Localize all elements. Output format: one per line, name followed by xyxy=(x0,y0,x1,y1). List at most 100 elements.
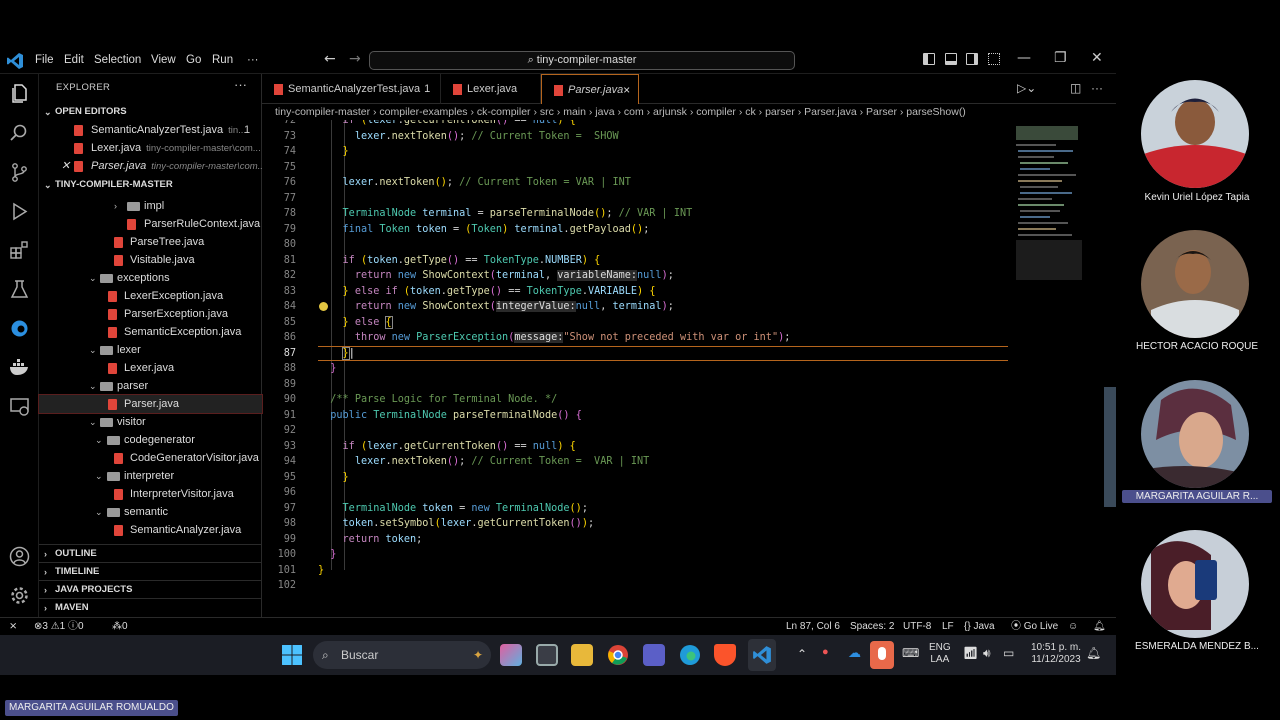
tree-folder[interactable]: ⌄ codegenerator xyxy=(39,431,262,449)
extensions-icon[interactable] xyxy=(9,240,30,261)
notifications-bell-icon[interactable]: 🔔︎ xyxy=(1093,618,1106,635)
search-view-icon[interactable] xyxy=(9,122,30,143)
open-editors-header[interactable]: ⌄ OPEN EDITORS xyxy=(39,103,262,121)
close-tab-icon[interactable]: × xyxy=(623,75,630,105)
brave-icon[interactable] xyxy=(714,644,736,666)
taskbar-search[interactable]: ⌕ Buscar ✦ xyxy=(313,641,491,669)
run-java-icon[interactable]: ▷⌄ xyxy=(1017,81,1036,95)
indentation[interactable]: Spaces: 2 xyxy=(850,618,894,635)
tree-file-selected[interactable]: Parser.java xyxy=(38,394,263,414)
task-view-icon[interactable] xyxy=(536,644,558,666)
chevron-up-icon[interactable]: ⌃ xyxy=(797,647,807,661)
tree-folder[interactable]: ⌄ interpreter xyxy=(39,467,262,485)
tree-file[interactable]: LexerException.java xyxy=(39,287,262,305)
keyboard-icon[interactable]: ⌨ xyxy=(902,646,919,660)
timeline-section[interactable]: › TIMELINE xyxy=(39,562,262,580)
menu-file[interactable]: File xyxy=(35,47,54,74)
tree-file[interactable]: ParserException.java xyxy=(39,305,262,323)
menu-view[interactable]: View xyxy=(151,47,176,74)
tree-file[interactable]: ParserRuleContext.java xyxy=(39,215,262,233)
minimize-icon[interactable]: — xyxy=(1017,50,1031,66)
forward-arrow-icon[interactable]: → xyxy=(349,51,361,67)
notification-center-icon[interactable]: 🔔︎ xyxy=(1086,646,1101,660)
tree-file[interactable]: SemanticAnalyzer.java xyxy=(39,521,262,539)
cursor-position[interactable]: Ln 87, Col 6 xyxy=(786,618,840,635)
split-editor-icon[interactable]: ◫ xyxy=(1070,81,1081,95)
no-camera-icon[interactable]: ● xyxy=(822,646,829,658)
close-window-icon[interactable]: ✕ xyxy=(1091,50,1103,66)
vscode-taskbar-button[interactable] xyxy=(748,639,776,671)
tree-file[interactable]: Lexer.java xyxy=(39,359,262,377)
copilot-icon[interactable] xyxy=(500,644,522,666)
project-header[interactable]: ⌄ TINY-COMPILER-MASTER xyxy=(39,176,262,194)
tree-file[interactable]: CodeGeneratorVisitor.java xyxy=(39,449,262,467)
open-editor-item[interactable]: ✕ Parser.java tiny-compiler-master\com... xyxy=(39,157,262,175)
clock[interactable]: 10:51 p. m. 11/12/2023 xyxy=(1027,642,1085,666)
participant-tile[interactable]: ESMERALDA MENDEZ B... xyxy=(1130,530,1270,670)
java-projects-section[interactable]: › JAVA PROJECTS xyxy=(39,580,262,598)
toggle-sidebar-icon[interactable] xyxy=(923,53,935,65)
open-editor-item[interactable]: Lexer.java tiny-compiler-master\com... xyxy=(39,139,262,157)
toggle-panel-icon[interactable] xyxy=(945,53,957,65)
restore-icon[interactable]: ❐ xyxy=(1054,50,1067,66)
run-debug-icon[interactable] xyxy=(9,201,30,222)
source-control-icon[interactable] xyxy=(9,162,30,183)
feedback-icon[interactable]: ☺ xyxy=(1068,618,1078,635)
back-arrow-icon[interactable]: ← xyxy=(324,51,336,67)
tree-file[interactable]: InterpreterVisitor.java xyxy=(39,485,262,503)
tree-folder[interactable]: ⌄ lexer xyxy=(39,341,262,359)
input-language[interactable]: ENG LAA xyxy=(929,642,951,666)
breadcrumb[interactable]: tiny-compiler-master › compiler-examples… xyxy=(262,104,1116,120)
chrome-icon[interactable] xyxy=(607,644,629,666)
explorer-icon[interactable] xyxy=(9,83,30,104)
tree-folder[interactable]: ⌄ visitor xyxy=(39,413,262,431)
command-center-search[interactable]: ⌕ tiny-compiler-master xyxy=(369,51,795,70)
maven-section[interactable]: › MAVEN xyxy=(39,598,262,616)
participant-tile[interactable]: MARGARITA AGUILAR R... xyxy=(1122,380,1272,520)
settings-gear-icon[interactable] xyxy=(9,585,30,606)
onedrive-icon[interactable]: ☁ xyxy=(848,645,861,661)
vertical-scrollbar[interactable] xyxy=(1104,387,1116,507)
go-live-button[interactable]: ⦿ Go Live xyxy=(1011,618,1058,635)
windows-start-icon[interactable] xyxy=(281,644,303,666)
file-explorer-icon[interactable] xyxy=(571,644,593,666)
menu-go[interactable]: Go xyxy=(186,47,201,74)
tab-semantic-analyzer-test[interactable]: SemanticAnalyzerTest.java 1 xyxy=(262,74,441,104)
remote-indicator[interactable]: ⨯ xyxy=(9,618,17,635)
edge-browser-icon[interactable] xyxy=(9,318,30,339)
participant-tile[interactable]: HECTOR ACACIO ROQUE xyxy=(1130,230,1270,370)
docker-icon[interactable] xyxy=(9,357,30,378)
tree-file[interactable]: Visitable.java xyxy=(39,251,262,269)
close-editor-icon[interactable]: ✕ xyxy=(61,157,70,175)
participant-tile[interactable]: Kevin Uriel López Tapia xyxy=(1130,80,1270,220)
menu-selection[interactable]: Selection xyxy=(94,47,141,74)
volume-icon[interactable]: 🔊︎ xyxy=(983,646,991,661)
explorer-more-icon[interactable]: ··· xyxy=(234,77,247,92)
testing-flask-icon[interactable] xyxy=(9,279,30,300)
problems-indicator[interactable]: ⊗3 ⚠1 ⓘ0 xyxy=(34,618,84,635)
wifi-icon[interactable]: 📶︎ xyxy=(963,646,978,660)
open-editor-item[interactable]: SemanticAnalyzerTest.java tin... 1 xyxy=(39,121,262,139)
menu-edit[interactable]: Edit xyxy=(64,47,84,74)
end-of-line[interactable]: LF xyxy=(942,618,954,635)
account-icon[interactable] xyxy=(9,546,30,567)
customize-layout-icon[interactable] xyxy=(988,53,1000,65)
toggle-secondary-sidebar-icon[interactable] xyxy=(966,53,978,65)
tab-lexer[interactable]: Lexer.java xyxy=(441,74,541,104)
teams-icon[interactable] xyxy=(643,644,665,666)
tree-file[interactable]: ParseTree.java xyxy=(39,233,262,251)
tree-folder[interactable]: ⌄ exceptions xyxy=(39,269,262,287)
tab-parser[interactable]: Parser.java × xyxy=(541,74,639,104)
editor-more-icon[interactable]: ··· xyxy=(1091,81,1103,95)
microphone-button[interactable] xyxy=(870,641,894,669)
menu-more[interactable]: ··· xyxy=(247,47,259,74)
tree-folder[interactable]: ⌄ parser xyxy=(39,377,262,395)
tree-folder[interactable]: › impl xyxy=(39,197,262,215)
code-editor[interactable]: 72 if (lexer.getCurrentToken() == null) … xyxy=(262,120,1012,617)
tree-file[interactable]: SemanticException.java xyxy=(39,323,262,341)
encoding[interactable]: UTF-8 xyxy=(903,618,931,635)
minimap[interactable] xyxy=(1012,120,1102,617)
battery-icon[interactable]: ▭ xyxy=(1003,646,1014,660)
outline-section[interactable]: › OUTLINE xyxy=(39,544,262,562)
menu-run[interactable]: Run xyxy=(212,47,233,74)
